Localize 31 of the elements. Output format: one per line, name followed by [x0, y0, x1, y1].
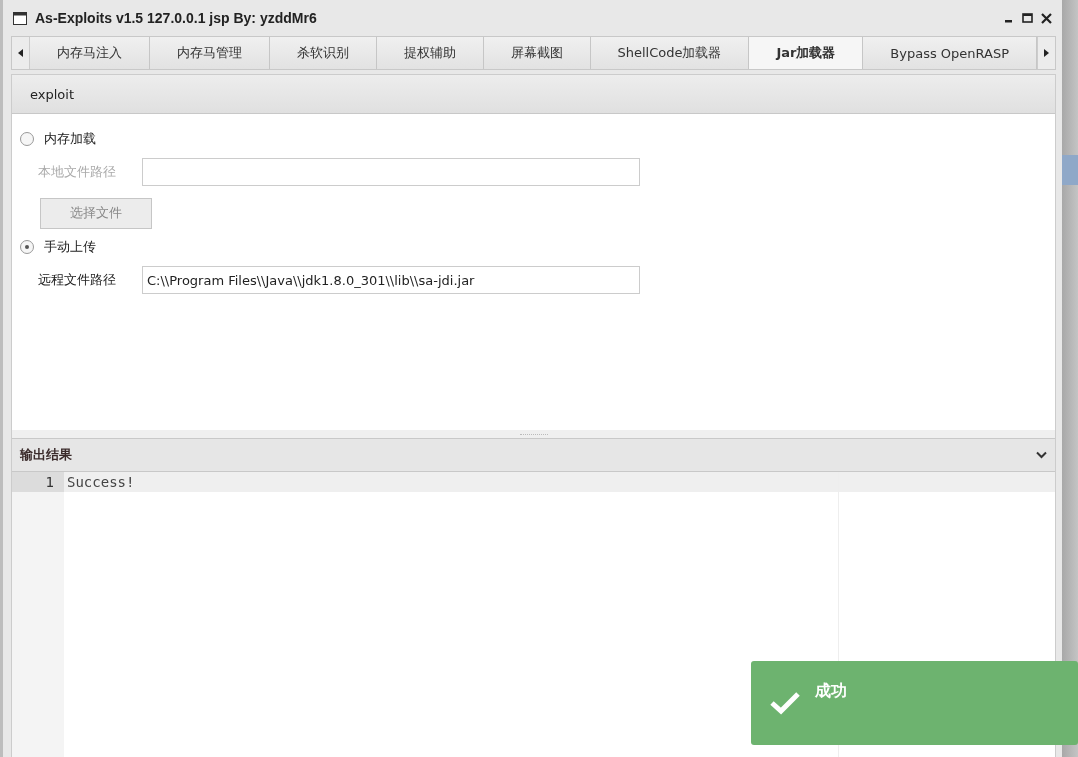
toast-title: 成功 — [815, 681, 847, 702]
tab[interactable]: 内存马管理 — [149, 37, 270, 69]
tab[interactable]: Bypass OpenRASP — [863, 37, 1037, 69]
window-icon — [13, 11, 27, 25]
scroll-left-button[interactable] — [12, 37, 30, 69]
exploit-button[interactable]: exploit — [22, 82, 82, 106]
path-field[interactable]: C:\\Program Files\\Java\\jdk1.8.0_301\\lib\\sa-jdi.jar — [142, 266, 640, 294]
chevron-down-icon[interactable] — [1036, 451, 1047, 459]
field-label: 本地文件路径 — [38, 163, 117, 181]
scroll-right-button[interactable] — [1037, 37, 1055, 69]
tab[interactable]: Jar加载器 — [749, 37, 864, 69]
tab[interactable]: 提权辅助 — [376, 37, 484, 69]
tab[interactable]: 杀软识别 — [269, 37, 377, 69]
radio-label: 手动上传 — [44, 238, 96, 256]
line-number: 1 — [12, 472, 64, 492]
check-icon — [769, 691, 801, 715]
window-title: As-Exploits v1.5 127.0.0.1 jsp By: yzddMr6 — [35, 10, 317, 26]
right-triangle-icon — [1044, 49, 1049, 57]
output-title: 输出结果 — [20, 446, 72, 464]
maximize-icon[interactable] — [1022, 13, 1033, 23]
code-line: Success! — [67, 474, 135, 490]
left-triangle-icon — [18, 49, 23, 57]
field-label: 远程文件路径 — [38, 271, 117, 289]
radio-label: 内存加载 — [44, 130, 96, 148]
tab[interactable]: 内存马注入 — [30, 37, 150, 69]
radio-button[interactable] — [20, 132, 34, 146]
radio-button[interactable] — [20, 240, 34, 254]
tab[interactable]: 屏幕截图 — [483, 37, 591, 69]
close-icon[interactable] — [1041, 12, 1052, 24]
selected-row-highlight — [1062, 155, 1078, 185]
tab[interactable]: ShellCode加载器 — [590, 37, 750, 69]
